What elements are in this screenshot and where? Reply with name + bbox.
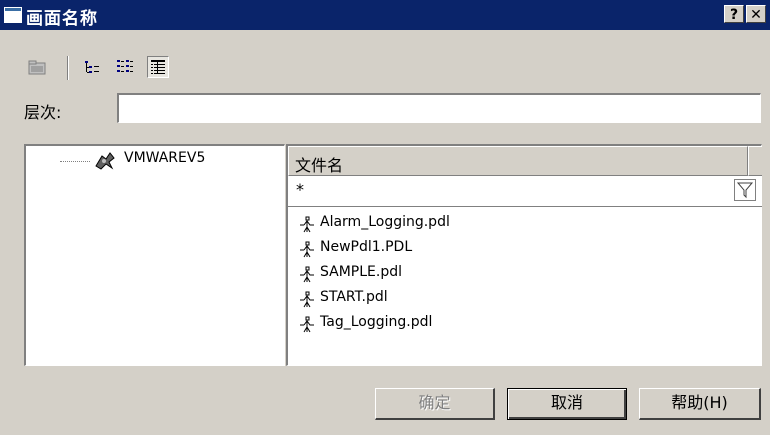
- tree-view-icon[interactable]: [81, 56, 103, 78]
- ok-button[interactable]: 确定: [375, 388, 495, 420]
- pdl-file-icon: [298, 291, 316, 313]
- window-title: 画面名称: [26, 9, 98, 29]
- cancel-button[interactable]: 取消: [507, 388, 627, 420]
- pdl-file-icon: [298, 266, 316, 288]
- file-name: SAMPLE.pdl: [320, 264, 403, 280]
- file-item[interactable]: SAMPLE.pdl: [288, 262, 762, 287]
- filter-input[interactable]: *: [296, 180, 304, 199]
- project-tree[interactable]: VMWAREV5: [24, 144, 285, 366]
- window-icon: [4, 7, 22, 23]
- tree-connector: [60, 161, 90, 162]
- tree-node-root[interactable]: VMWAREV5: [122, 150, 207, 166]
- help-button[interactable]: 帮助(H): [639, 388, 761, 420]
- level-input[interactable]: [117, 93, 761, 123]
- toolbar-separator: [67, 56, 69, 80]
- file-item[interactable]: NewPdl1.PDL: [288, 237, 762, 262]
- help-title-button[interactable]: ?: [724, 5, 744, 23]
- file-name: NewPdl1.PDL: [320, 239, 413, 255]
- column-header-filler: [748, 146, 762, 176]
- column-header-filename[interactable]: 文件名: [288, 146, 748, 176]
- file-list-pane: 文件名 * Alarm_Logging.pdl NewPdl1.PDL SAMP…: [286, 144, 762, 366]
- file-name: Tag_Logging.pdl: [320, 314, 433, 330]
- file-item[interactable]: START.pdl: [288, 287, 762, 312]
- file-name: Alarm_Logging.pdl: [320, 214, 450, 230]
- filter-icon[interactable]: [734, 179, 756, 201]
- pdl-file-icon: [298, 216, 316, 238]
- list-view-icon[interactable]: [114, 56, 136, 78]
- file-list: Alarm_Logging.pdl NewPdl1.PDL SAMPLE.pdl…: [288, 212, 762, 337]
- file-item[interactable]: Alarm_Logging.pdl: [288, 212, 762, 237]
- file-item[interactable]: Tag_Logging.pdl: [288, 312, 762, 337]
- filter-row: *: [288, 176, 762, 207]
- folder-icon[interactable]: [26, 56, 48, 78]
- level-label: 层次:: [24, 103, 62, 122]
- details-view-icon[interactable]: [147, 56, 169, 78]
- pdl-file-icon: [298, 316, 316, 338]
- file-name: START.pdl: [320, 289, 388, 305]
- computer-node-icon: [92, 150, 118, 176]
- column-header-label: 文件名: [295, 156, 344, 175]
- close-button[interactable]: ✕: [746, 5, 766, 23]
- title-bar[interactable]: 画面名称 ? ✕: [0, 0, 770, 30]
- pdl-file-icon: [298, 241, 316, 263]
